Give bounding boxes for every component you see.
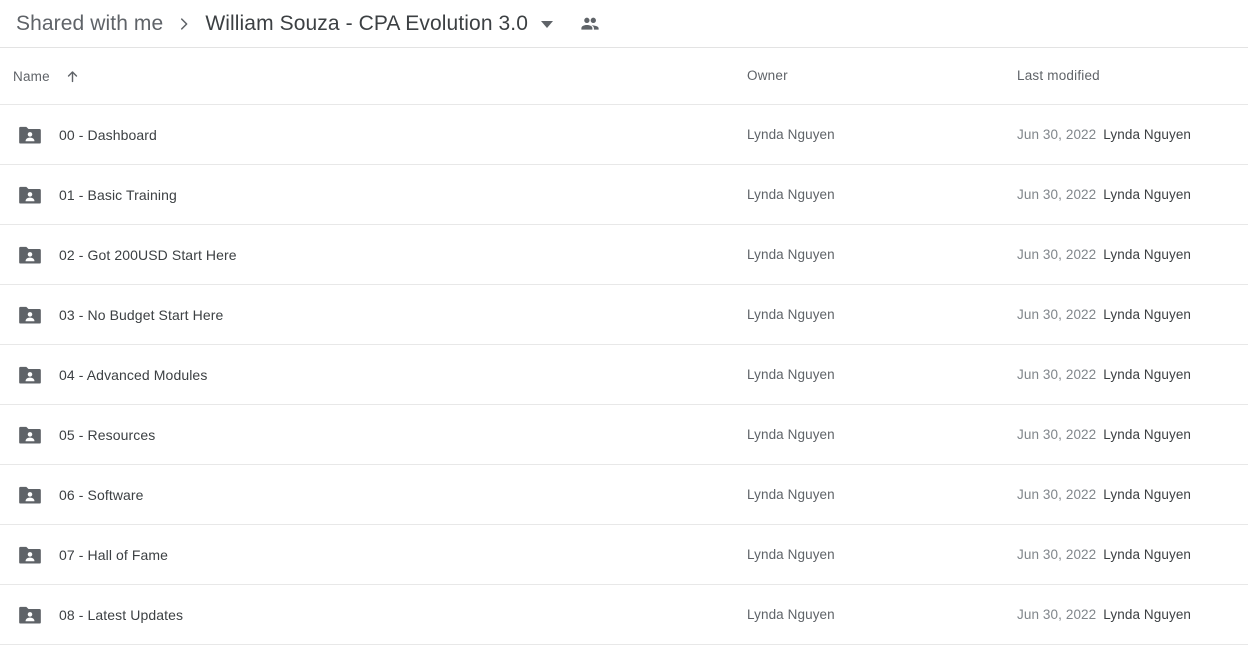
table-row[interactable]: 02 - Got 200USD Start Here Lynda Nguyen … [0, 225, 1248, 285]
row-modified-by: Lynda Nguyen [1103, 607, 1192, 622]
row-owner-label: Lynda Nguyen [747, 426, 835, 442]
chevron-right-icon [167, 7, 201, 41]
row-modified-date: Jun 30, 2022 [1017, 547, 1097, 562]
table-body: 00 - Dashboard Lynda Nguyen Jun 30, 2022… [0, 105, 1248, 645]
shared-folder-icon [13, 362, 47, 388]
breadcrumb-bar: Shared with me William Souza - CPA Evolu… [0, 0, 1248, 48]
row-modified-date: Jun 30, 2022 [1017, 607, 1097, 622]
table-header-row: Name Owner Last modified [0, 48, 1248, 105]
row-name-cell: 02 - Got 200USD Start Here [13, 242, 747, 268]
arrow-up-icon [64, 68, 81, 85]
row-modified-date: Jun 30, 2022 [1017, 127, 1097, 142]
row-modified-date: Jun 30, 2022 [1017, 487, 1097, 502]
breadcrumb-parent-shared-with-me[interactable]: Shared with me [12, 10, 167, 38]
column-header-last-modified[interactable]: Last modified [1017, 67, 1248, 85]
row-owner-cell: Lynda Nguyen [747, 426, 1017, 444]
row-name-cell: 06 - Software [13, 482, 747, 508]
row-last-modified-cell: Jun 30, 2022 Lynda Nguyen [1017, 127, 1248, 142]
row-owner-cell: Lynda Nguyen [747, 186, 1017, 204]
row-last-modified-cell: Jun 30, 2022 Lynda Nguyen [1017, 187, 1248, 202]
row-name-label: 04 - Advanced Modules [59, 366, 208, 383]
row-name-cell: 04 - Advanced Modules [13, 362, 747, 388]
row-modified-by: Lynda Nguyen [1103, 487, 1192, 502]
column-header-owner[interactable]: Owner [747, 67, 1017, 85]
row-modified-by: Lynda Nguyen [1103, 307, 1192, 322]
breadcrumb-current-label: William Souza - CPA Evolution 3.0 [205, 11, 529, 35]
row-owner-cell: Lynda Nguyen [747, 306, 1017, 324]
row-name-label: 07 - Hall of Fame [59, 546, 169, 563]
row-name-cell: 05 - Resources [13, 422, 747, 448]
row-name-label: 08 - Latest Updates [59, 606, 184, 623]
shared-folder-icon [13, 182, 47, 208]
row-owner-cell: Lynda Nguyen [747, 126, 1017, 144]
row-owner-label: Lynda Nguyen [747, 186, 835, 202]
shared-folder-icon [13, 422, 47, 448]
shared-folder-icon [13, 302, 47, 328]
row-name-cell: 00 - Dashboard [13, 122, 747, 148]
row-last-modified-cell: Jun 30, 2022 Lynda Nguyen [1017, 247, 1248, 262]
shared-folder-icon [13, 482, 47, 508]
row-modified-date: Jun 30, 2022 [1017, 307, 1097, 322]
row-modified-by: Lynda Nguyen [1103, 187, 1192, 202]
row-modified-date: Jun 30, 2022 [1017, 427, 1097, 442]
shared-folder-icon [13, 242, 47, 268]
row-last-modified-cell: Jun 30, 2022 Lynda Nguyen [1017, 307, 1248, 322]
row-modified-by: Lynda Nguyen [1103, 547, 1192, 562]
column-header-name-label: Name [13, 68, 50, 84]
shared-folder-icon [13, 602, 47, 628]
row-modified-by: Lynda Nguyen [1103, 427, 1192, 442]
row-last-modified-cell: Jun 30, 2022 Lynda Nguyen [1017, 427, 1248, 442]
row-name-label: 03 - No Budget Start Here [59, 306, 224, 323]
row-owner-cell: Lynda Nguyen [747, 366, 1017, 384]
shared-folder-icon [13, 542, 47, 568]
people-shared-icon[interactable] [573, 7, 607, 41]
column-header-owner-label: Owner [747, 68, 788, 83]
row-owner-cell: Lynda Nguyen [747, 486, 1017, 504]
row-name-cell: 08 - Latest Updates [13, 602, 747, 628]
file-list-table: Name Owner Last modified 00 - Dashboard … [0, 48, 1248, 645]
row-name-label: 05 - Resources [59, 426, 156, 443]
row-owner-label: Lynda Nguyen [747, 366, 835, 382]
table-row[interactable]: 08 - Latest Updates Lynda Nguyen Jun 30,… [0, 585, 1248, 645]
row-owner-label: Lynda Nguyen [747, 306, 835, 322]
row-owner-label: Lynda Nguyen [747, 546, 835, 562]
row-owner-cell: Lynda Nguyen [747, 546, 1017, 564]
row-last-modified-cell: Jun 30, 2022 Lynda Nguyen [1017, 607, 1248, 622]
row-last-modified-cell: Jun 30, 2022 Lynda Nguyen [1017, 547, 1248, 562]
row-name-cell: 01 - Basic Training [13, 182, 747, 208]
row-owner-cell: Lynda Nguyen [747, 246, 1017, 264]
table-row[interactable]: 01 - Basic Training Lynda Nguyen Jun 30,… [0, 165, 1248, 225]
row-modified-date: Jun 30, 2022 [1017, 247, 1097, 262]
table-row[interactable]: 03 - No Budget Start Here Lynda Nguyen J… [0, 285, 1248, 345]
row-modified-date: Jun 30, 2022 [1017, 187, 1097, 202]
column-header-name[interactable]: Name [13, 68, 747, 85]
row-owner-label: Lynda Nguyen [747, 606, 835, 622]
chevron-down-icon [541, 21, 554, 28]
row-name-label: 01 - Basic Training [59, 186, 177, 203]
column-header-last-modified-label: Last modified [1017, 68, 1100, 83]
table-row[interactable]: 04 - Advanced Modules Lynda Nguyen Jun 3… [0, 345, 1248, 405]
row-modified-by: Lynda Nguyen [1103, 367, 1192, 382]
table-row[interactable]: 06 - Software Lynda Nguyen Jun 30, 2022 … [0, 465, 1248, 525]
shared-folder-icon [13, 122, 47, 148]
row-name-label: 06 - Software [59, 486, 144, 503]
row-last-modified-cell: Jun 30, 2022 Lynda Nguyen [1017, 367, 1248, 382]
row-name-cell: 03 - No Budget Start Here [13, 302, 747, 328]
row-last-modified-cell: Jun 30, 2022 Lynda Nguyen [1017, 487, 1248, 502]
row-owner-label: Lynda Nguyen [747, 126, 835, 142]
table-row[interactable]: 00 - Dashboard Lynda Nguyen Jun 30, 2022… [0, 105, 1248, 165]
table-row[interactable]: 05 - Resources Lynda Nguyen Jun 30, 2022… [0, 405, 1248, 465]
row-owner-label: Lynda Nguyen [747, 486, 835, 502]
breadcrumb-current-folder[interactable]: William Souza - CPA Evolution 3.0 [201, 10, 555, 38]
table-row[interactable]: 07 - Hall of Fame Lynda Nguyen Jun 30, 2… [0, 525, 1248, 585]
row-name-cell: 07 - Hall of Fame [13, 542, 747, 568]
row-name-label: 00 - Dashboard [59, 126, 157, 143]
row-modified-by: Lynda Nguyen [1103, 127, 1192, 142]
row-modified-by: Lynda Nguyen [1103, 247, 1192, 262]
row-owner-cell: Lynda Nguyen [747, 606, 1017, 624]
row-modified-date: Jun 30, 2022 [1017, 367, 1097, 382]
row-owner-label: Lynda Nguyen [747, 246, 835, 262]
row-name-label: 02 - Got 200USD Start Here [59, 246, 237, 263]
